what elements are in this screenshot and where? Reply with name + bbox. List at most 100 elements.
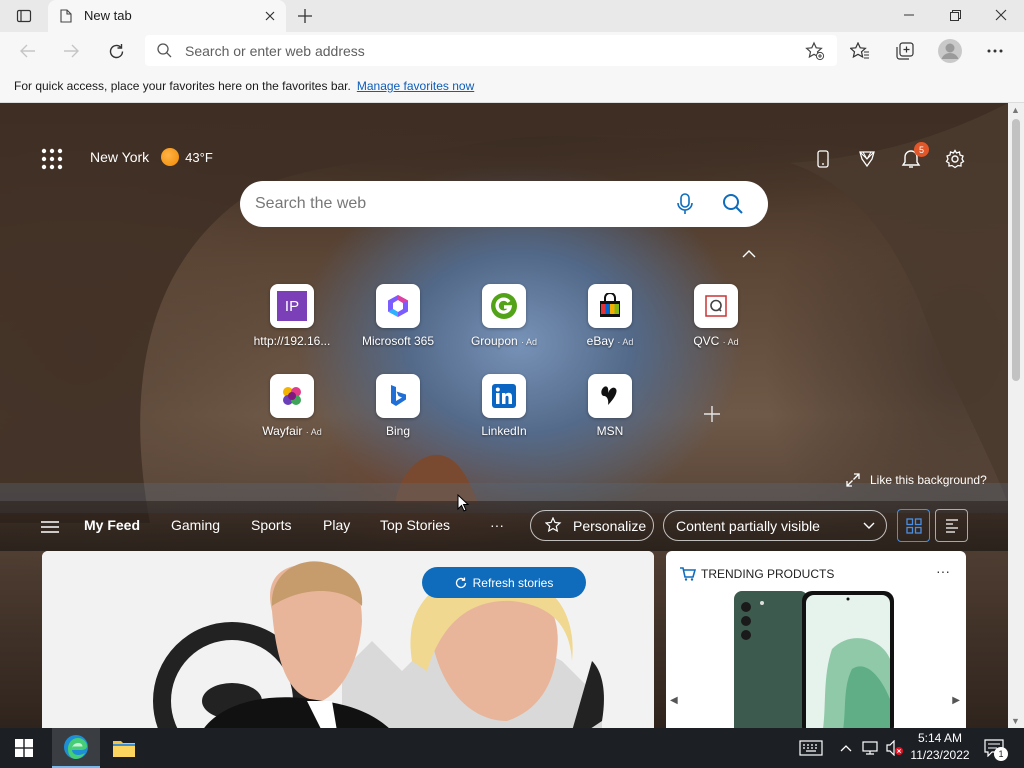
back-button[interactable] <box>13 36 43 66</box>
manage-favorites-link[interactable]: Manage favorites now <box>357 79 474 93</box>
edge-icon <box>64 735 88 759</box>
network-tray-button[interactable] <box>860 728 882 768</box>
mouse-pointer-icon <box>457 494 469 512</box>
tab-actions-button[interactable] <box>8 4 40 28</box>
carousel-next-icon[interactable]: ▶ <box>952 695 960 706</box>
chevron-up-icon <box>840 745 852 752</box>
new-tab-button[interactable] <box>292 4 318 28</box>
refresh-stories-button[interactable]: Refresh stories <box>422 567 586 598</box>
quick-link-tile[interactable]: MSN <box>565 374 655 446</box>
scrollbar-thumb[interactable] <box>1012 119 1020 381</box>
hamburger-menu-icon[interactable] <box>41 521 59 533</box>
more-dots-icon <box>987 49 1003 53</box>
like-background-label: Like this background? <box>870 473 987 487</box>
sun-icon <box>161 148 180 166</box>
qvc-icon <box>694 284 738 328</box>
list-layout-button[interactable] <box>935 509 968 542</box>
profile-button[interactable] <box>935 36 965 66</box>
address-input[interactable] <box>185 37 765 64</box>
tab-new-tab[interactable]: New tab <box>48 0 286 32</box>
star-edit-icon <box>545 517 562 533</box>
taskbar-file-explorer-button[interactable] <box>100 728 148 768</box>
taskbar-edge-button[interactable] <box>52 728 100 768</box>
feed-tab-sports[interactable]: Sports <box>251 517 291 533</box>
chevron-down-icon <box>863 522 875 529</box>
feed-tab-gaming[interactable]: Gaming <box>171 517 220 533</box>
add-favorite-icon[interactable] <box>805 41 825 61</box>
action-center-button[interactable]: 1 <box>980 728 1008 768</box>
add-quick-link-button[interactable] <box>703 399 721 430</box>
quick-link-tile[interactable]: Groupon · Ad <box>459 284 549 356</box>
search-icon[interactable] <box>722 193 744 215</box>
scroll-down-icon[interactable]: ▼ <box>1011 716 1020 726</box>
quick-link-tile[interactable]: LinkedIn <box>459 374 549 446</box>
trending-products-header: TRENDING PRODUCTS <box>680 567 834 581</box>
grid-layout-button[interactable] <box>897 509 930 542</box>
settings-more-button[interactable] <box>980 36 1010 66</box>
avatar-icon <box>938 39 962 63</box>
quick-link-tile[interactable]: Microsoft 365 <box>353 284 443 356</box>
more-options-button[interactable]: ··· <box>936 563 950 579</box>
close-tab-button[interactable] <box>260 6 280 26</box>
expand-icon <box>846 473 860 487</box>
taskbar-clock[interactable]: 5:14 AM 11/23/2022 <box>900 730 980 764</box>
web-search-input[interactable] <box>255 191 635 217</box>
clock-time: 5:14 AM <box>917 731 963 745</box>
bing-icon <box>376 374 420 418</box>
clock-date: 11/23/2022 <box>910 748 970 762</box>
forward-button[interactable] <box>56 36 86 66</box>
feed-tab-top-stories[interactable]: Top Stories <box>380 517 450 533</box>
keyboard-icon <box>799 740 823 756</box>
quick-link-tile[interactable]: Wayfair · Ad <box>247 374 337 446</box>
like-background-button[interactable]: Like this background? <box>846 473 987 487</box>
restore-button[interactable] <box>932 0 978 30</box>
content-visibility-dropdown[interactable]: Content partially visible <box>663 510 887 541</box>
favorites-bar: For quick access, place your favorites h… <box>0 70 1024 103</box>
collections-button[interactable] <box>890 36 920 66</box>
mobile-app-button[interactable] <box>810 146 836 172</box>
address-bar[interactable] <box>145 35 837 66</box>
weather-city: New York <box>90 149 150 165</box>
refresh-button[interactable] <box>101 36 131 66</box>
notifications-button[interactable]: 5 <box>898 142 929 172</box>
start-button[interactable] <box>0 728 48 768</box>
close-icon <box>265 11 275 21</box>
show-hidden-icons-button[interactable] <box>836 728 856 768</box>
feed-more-button[interactable]: ··· <box>490 517 504 533</box>
notification-badge: 5 <box>914 142 929 157</box>
quick-link-label: QVC <box>693 334 720 348</box>
linkedin-icon <box>482 374 526 418</box>
microphone-icon[interactable] <box>677 193 693 215</box>
keyboard-tray-button[interactable] <box>796 728 826 768</box>
minimize-button[interactable] <box>886 0 932 30</box>
forward-arrow-icon <box>64 44 79 58</box>
refresh-icon <box>109 43 123 58</box>
close-window-button[interactable] <box>978 0 1024 30</box>
collapse-quick-links-icon[interactable] <box>742 245 756 261</box>
feed-tab-play[interactable]: Play <box>323 517 350 533</box>
windows-taskbar: 5:14 AM 11/23/2022 1 <box>0 728 1024 768</box>
quick-link-tile[interactable]: Bing <box>353 374 443 446</box>
personalize-button[interactable]: Personalize <box>530 510 654 541</box>
scroll-up-icon[interactable]: ▲ <box>1011 105 1020 115</box>
trending-products-card[interactable]: TRENDING PRODUCTS ··· ◀ ▶ <box>666 551 966 728</box>
page-scrollbar[interactable]: ▲ ▼ <box>1008 103 1024 728</box>
weather-widget[interactable]: New York 43°F <box>90 148 213 166</box>
carousel-prev-icon[interactable]: ◀ <box>670 695 678 706</box>
search-icon <box>157 43 172 58</box>
rewards-button[interactable] <box>854 146 880 172</box>
quick-link-label: Groupon <box>470 334 518 348</box>
quick-link-tile[interactable]: QVC · Ad <box>671 284 761 356</box>
network-icon <box>862 741 878 755</box>
quick-link-label: http://192.16... <box>253 334 331 348</box>
web-search-box[interactable] <box>240 181 768 227</box>
feed-tab-my-feed[interactable]: My Feed <box>84 517 140 533</box>
quick-link-ad: · Ad <box>521 337 538 347</box>
top-story-card[interactable]: Refresh stories <box>42 551 654 728</box>
apps-grid-icon[interactable] <box>40 147 64 171</box>
page-settings-button[interactable] <box>942 146 968 172</box>
product-image <box>734 591 894 728</box>
favorites-button[interactable] <box>845 36 875 66</box>
quick-link-tile[interactable]: IP http://192.16... <box>247 284 337 356</box>
quick-link-tile[interactable]: eBay · Ad <box>565 284 655 356</box>
